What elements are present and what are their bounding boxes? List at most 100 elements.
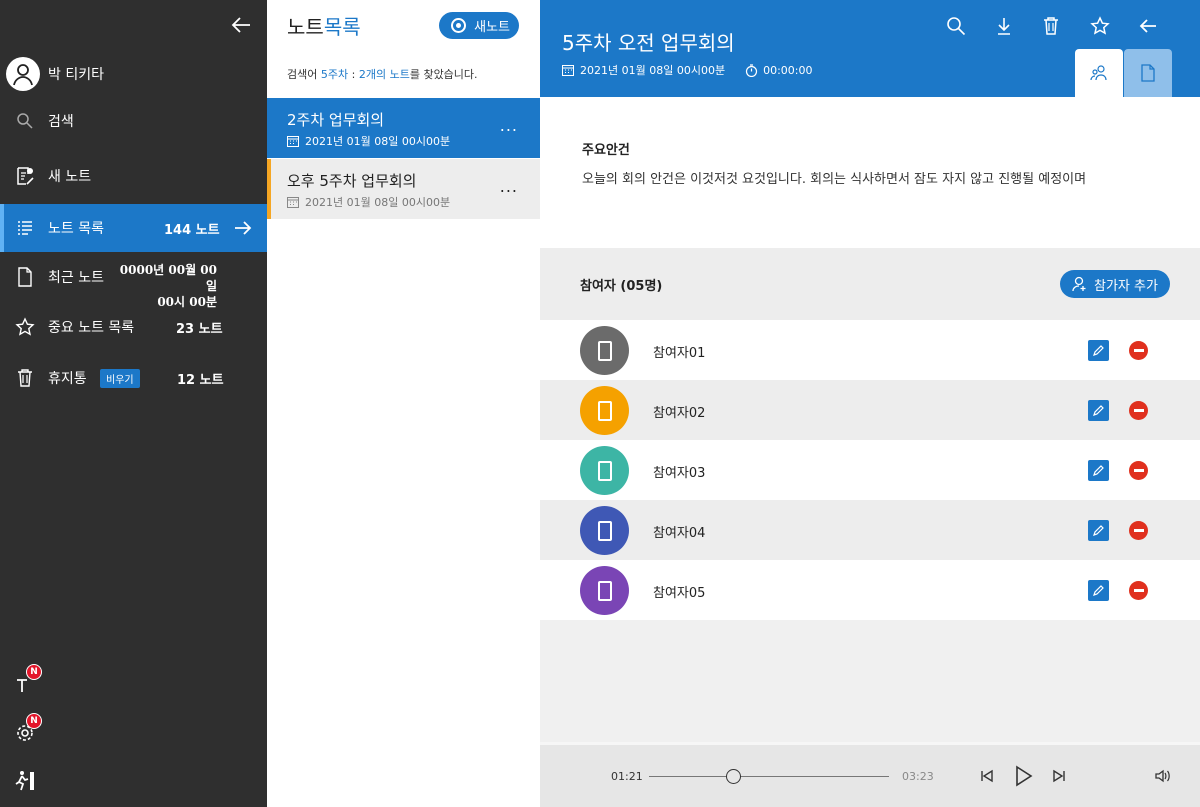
sidebar-item-new-note[interactable]: 새 노트 xyxy=(0,152,267,200)
seek-bar[interactable] xyxy=(649,776,889,777)
remove-participant-button[interactable] xyxy=(1129,341,1148,360)
phone-icon xyxy=(597,580,612,601)
sidebar-item-label: 검색 xyxy=(48,114,74,130)
note-card-selected[interactable]: 2주차 업무회의 2021년 01월 08일 00시00분 ... xyxy=(267,98,540,158)
agenda-title: 주요안건 xyxy=(582,143,630,158)
note-detail-title: 5주차 오전 업무회의 xyxy=(562,31,735,55)
participant-avatar xyxy=(580,506,629,555)
participant-row: 참여자04 xyxy=(540,500,1200,560)
volume-icon[interactable] xyxy=(1151,764,1175,788)
pencil-icon xyxy=(1093,405,1104,416)
notification-icon[interactable]: N xyxy=(14,664,42,696)
participant-row: 참여자03 xyxy=(540,440,1200,500)
note-list-title: 노트목록 xyxy=(287,15,361,39)
participant-avatar xyxy=(580,446,629,495)
more-options-icon[interactable]: ... xyxy=(500,177,518,196)
edit-participant-button[interactable] xyxy=(1088,340,1109,361)
trash-count: 12 노트 xyxy=(177,372,224,388)
pencil-icon xyxy=(1093,465,1104,476)
participant-name: 참여자05 xyxy=(653,586,706,601)
new-note-button[interactable]: 새노트 xyxy=(439,12,519,39)
note-detail-header: 5주차 오전 업무회의 2021년 01월 08일 00시00분 00:00:0… xyxy=(540,0,1200,97)
sidebar-item-label: 휴지통 xyxy=(48,371,87,387)
sidebar-item-label: 중요 노트 목록 xyxy=(48,320,135,336)
remove-participant-button[interactable] xyxy=(1129,581,1148,600)
trash-icon[interactable] xyxy=(1040,15,1062,37)
agenda-text: 오늘의 회의 안건은 이것저것 요것입니다. 회의는 식사하면서 잠도 자지 않… xyxy=(582,172,1087,187)
arrow-right-icon xyxy=(233,218,253,242)
new-badge: N xyxy=(26,664,42,680)
star-icon xyxy=(15,317,35,337)
search-icon xyxy=(15,111,35,131)
new-note-icon xyxy=(15,166,35,186)
skip-next-icon[interactable] xyxy=(1047,764,1071,788)
note-card[interactable]: 오후 5주차 업무회의 2021년 01월 08일 00시00분 ... xyxy=(267,159,540,219)
tab-document[interactable] xyxy=(1124,49,1172,97)
favorite-count: 23 노트 xyxy=(176,321,223,337)
audio-player: 01:21 03:23 xyxy=(540,742,1200,807)
sidebar-item-trash[interactable]: 휴지통 비우기 12 노트 xyxy=(0,354,267,402)
sidebar-item-label: 새 노트 xyxy=(48,169,92,185)
calendar-icon xyxy=(287,136,299,147)
sidebar-item-label: 노트 목록 xyxy=(48,221,104,237)
settings-gear-icon[interactable]: N xyxy=(14,713,42,745)
skip-previous-icon[interactable] xyxy=(975,764,999,788)
note-detail-meta: 2021년 01월 08일 00시00분 00:00:00 xyxy=(562,62,812,78)
remove-participant-button[interactable] xyxy=(1129,461,1148,480)
calendar-icon xyxy=(562,65,574,76)
note-detail-date: 2021년 01월 08일 00시00분 xyxy=(580,64,726,77)
remove-participant-button[interactable] xyxy=(1129,401,1148,420)
participant-avatar xyxy=(580,326,629,375)
sidebar-item-recent-notes[interactable]: 최근 노트 0000년 00월 00일 00시 00분 xyxy=(0,253,267,309)
sidebar: 박 티키타 검색 새 노트 노트 목록 144 노트 최근 노트 0000년 0… xyxy=(0,0,267,807)
participant-name: 참여자02 xyxy=(653,406,706,421)
edit-participant-button[interactable] xyxy=(1088,400,1109,421)
remove-participant-button[interactable] xyxy=(1129,521,1148,540)
empty-trash-button[interactable]: 비우기 xyxy=(100,368,140,388)
list-icon xyxy=(15,218,35,238)
note-title: 오후 5주차 업무회의 xyxy=(287,172,417,190)
record-icon xyxy=(451,18,466,33)
note-detail-panel: 5주차 오전 업무회의 2021년 01월 08일 00시00분 00:00:0… xyxy=(540,0,1200,807)
phone-icon xyxy=(597,520,612,541)
trash-icon xyxy=(15,368,35,388)
note-title: 2주차 업무회의 xyxy=(287,111,385,129)
pencil-icon xyxy=(1093,525,1104,536)
sidebar-item-note-list[interactable]: 노트 목록 144 노트 xyxy=(0,204,267,252)
phone-icon xyxy=(597,460,612,481)
seek-thumb[interactable] xyxy=(726,769,741,784)
add-participant-button[interactable]: 참가자 추가 xyxy=(1060,270,1170,298)
search-icon[interactable] xyxy=(945,15,967,37)
download-icon[interactable] xyxy=(993,15,1015,37)
tab-participants[interactable] xyxy=(1075,49,1123,97)
phone-icon xyxy=(597,400,612,421)
edit-participant-button[interactable] xyxy=(1088,520,1109,541)
play-icon[interactable] xyxy=(1011,764,1035,788)
user-profile[interactable]: 박 티키타 xyxy=(6,57,104,91)
sidebar-item-label: 최근 노트 xyxy=(48,270,104,286)
calendar-icon xyxy=(287,197,299,208)
agenda-section: 주요안건 오늘의 회의 안건은 이것저것 요것입니다. 회의는 식사하면서 잠도… xyxy=(540,97,1200,248)
participant-avatar xyxy=(580,386,629,435)
participants-icon xyxy=(1090,65,1107,81)
note-list-panel: 노트목록 새노트 검색어 5주차 : 2개의 노트를 찾았습니다. 2주차 업무… xyxy=(267,0,540,807)
note-duration: 00:00:00 xyxy=(763,63,813,77)
participants-header: 참여자 (05명) 참가자 추가 xyxy=(540,248,1200,320)
more-options-icon[interactable]: ... xyxy=(500,116,518,135)
edit-participant-button[interactable] xyxy=(1088,580,1109,601)
participant-name: 참여자04 xyxy=(653,526,706,541)
note-date: 2021년 01월 08일 00시00분 xyxy=(287,194,450,210)
back-arrow-icon[interactable] xyxy=(1137,15,1159,37)
search-result-summary: 검색어 5주차 : 2개의 노트를 찾았습니다. xyxy=(287,68,478,81)
sidebar-item-search[interactable]: 검색 xyxy=(0,97,267,145)
note-count: 144 노트 xyxy=(164,222,220,238)
pencil-icon xyxy=(1093,345,1104,356)
edit-participant-button[interactable] xyxy=(1088,460,1109,481)
logout-icon[interactable] xyxy=(14,769,38,793)
star-icon[interactable] xyxy=(1089,15,1111,37)
total-time: 03:23 xyxy=(902,770,934,783)
participant-name: 참여자03 xyxy=(653,466,706,481)
back-arrow-icon[interactable] xyxy=(230,14,252,36)
sidebar-item-favorites[interactable]: 중요 노트 목록 23 노트 xyxy=(0,303,267,351)
user-avatar-icon xyxy=(6,57,40,91)
